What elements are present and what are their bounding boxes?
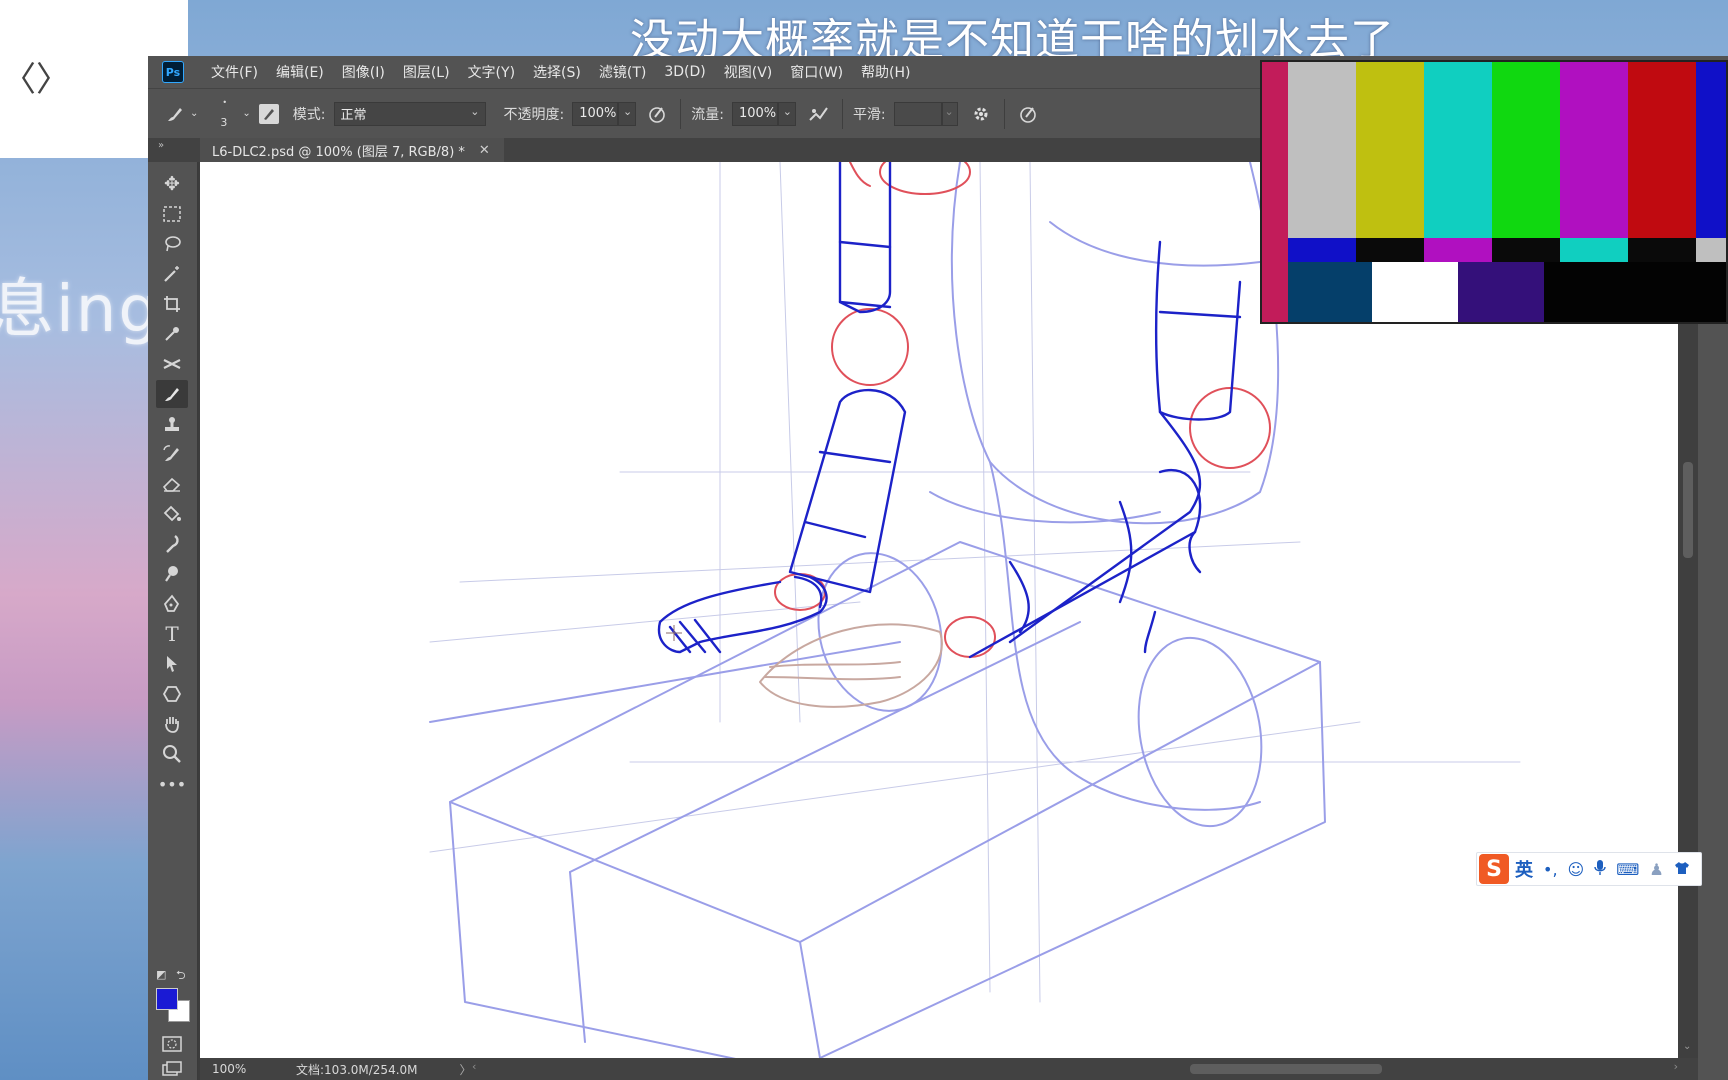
marquee-icon[interactable] (156, 200, 188, 228)
healing-icon[interactable] (156, 350, 188, 378)
hand-icon[interactable] (156, 710, 188, 738)
photoshop-logo-icon: Ps (162, 61, 184, 83)
menu-view[interactable]: 视图(V) (715, 62, 782, 82)
smoothing-dropdown[interactable]: ⌄ (941, 101, 958, 126)
video-edge (1262, 62, 1288, 322)
mode-dropdown-icon: ⌄ (470, 104, 480, 118)
menu-window[interactable]: 窗口(W) (781, 62, 852, 82)
flow-dropdown[interactable]: ⌄ (777, 101, 796, 126)
opacity-dropdown[interactable]: ⌄ (618, 101, 637, 126)
microphone-icon[interactable] (1594, 859, 1606, 879)
smoothing-label: 平滑: (852, 106, 886, 123)
ime-language-toggle[interactable]: 英 (1515, 856, 1533, 882)
menu-type[interactable]: 文字(Y) (459, 62, 524, 82)
document-tab-title: L6-DLC2.psd @ 100% (图层 7, RGB/8) * (212, 144, 465, 160)
status-menu-arrow-icon[interactable]: 〉 (460, 1061, 472, 1078)
opacity-label: 不透明度: (503, 106, 565, 123)
options-separator (841, 98, 843, 129)
status-bar: 100% 文档:103.0M/254.0M 〉 ‹ › (200, 1058, 1698, 1080)
brush-settings-toggle-icon[interactable] (258, 103, 279, 124)
brush-preset-icon[interactable] (162, 101, 188, 127)
pen-icon[interactable] (156, 590, 188, 618)
mode-select[interactable]: 正常 ⌄ (333, 101, 486, 126)
test-pattern (1288, 62, 1726, 322)
crop-icon[interactable] (156, 290, 188, 318)
menu-file[interactable]: 文件(F) (202, 62, 267, 82)
menu-edit[interactable]: 编辑(E) (267, 62, 333, 82)
color-bars-overlay (1260, 60, 1728, 324)
menu-image[interactable]: 图像(I) (333, 62, 394, 82)
zoom-icon[interactable] (156, 740, 188, 768)
eyedropper-icon[interactable] (156, 320, 188, 348)
magic-wand-icon[interactable] (156, 260, 188, 288)
swap-colors-icon[interactable]: ⮌ (176, 966, 186, 987)
options-separator (680, 98, 682, 129)
skin-shirt-icon[interactable] (1674, 860, 1690, 879)
scroll-right-icon[interactable]: › (1674, 1060, 1678, 1073)
brush-icon[interactable] (156, 380, 188, 408)
default-colors-icon[interactable]: ◩ (156, 968, 166, 981)
menu-layer[interactable]: 图层(L) (394, 62, 459, 82)
emoji-icon[interactable]: ☺ (1568, 860, 1585, 879)
side-glyph: 〈〉 (2, 60, 70, 100)
options-separator (1003, 98, 1005, 129)
more-icon[interactable]: ••• (156, 770, 188, 798)
pressure-opacity-icon[interactable] (644, 101, 670, 127)
user-icon[interactable]: ♟ (1649, 860, 1663, 879)
move-icon[interactable]: ✥ (156, 170, 188, 198)
shape-icon[interactable] (156, 680, 188, 708)
brush-size-preview[interactable]: • 3 (212, 94, 242, 134)
sogou-logo-icon[interactable]: S (1479, 854, 1509, 884)
panel-collapse-icon[interactable]: » (158, 140, 164, 151)
menu-select[interactable]: 选择(S) (524, 62, 590, 82)
flow-field[interactable]: 100% (731, 101, 778, 126)
brush-dot-icon: • (222, 97, 228, 107)
brush-size-dropdown-icon[interactable]: ⌄ (242, 108, 250, 119)
ime-toolbar: S 英 •, ☺ ⌨ ♟ (1476, 852, 1702, 886)
document-size-info: 文档:103.0M/254.0M (296, 1062, 418, 1077)
brush-size-value: 3 (220, 115, 228, 129)
flow-dropdown-icon: ⌄ (782, 104, 792, 118)
menu-3d[interactable]: 3D(D) (655, 64, 714, 80)
scroll-left-icon[interactable]: ‹ (472, 1060, 476, 1073)
dodge-icon[interactable] (156, 560, 188, 588)
menu-help[interactable]: 帮助(H) (852, 62, 919, 82)
opacity-field[interactable]: 100% (572, 101, 619, 126)
mode-label: 模式: (292, 106, 326, 123)
stamp-icon[interactable] (156, 410, 188, 438)
document-tab[interactable]: L6-DLC2.psd @ 100% (图层 7, RGB/8) * ✕ (200, 138, 504, 162)
scroll-down-icon[interactable]: ⌄ (1683, 1041, 1691, 1052)
quick-mask-icon[interactable] (156, 1030, 188, 1058)
flow-label: 流量: (691, 106, 724, 123)
history-brush-icon[interactable] (156, 440, 188, 468)
opacity-dropdown-icon: ⌄ (623, 104, 633, 118)
horizontal-scroll-thumb[interactable] (1190, 1064, 1382, 1074)
mode-select-value: 正常 (340, 108, 367, 123)
foreground-color-swatch[interactable] (156, 988, 178, 1010)
opacity-value: 100% (579, 106, 617, 121)
flow-value: 100% (738, 106, 777, 121)
smoothing-settings-gear-icon[interactable] (968, 101, 994, 127)
tools-panel: ✥ T ••• ◩ ⮌ (148, 162, 198, 1080)
screen-mode-icon[interactable] (156, 1058, 188, 1080)
lasso-icon[interactable] (156, 230, 188, 258)
menu-filter[interactable]: 滤镜(T) (590, 62, 655, 82)
keyboard-icon[interactable]: ⌨ (1616, 860, 1639, 879)
smoothing-field[interactable] (893, 101, 942, 126)
airbrush-icon[interactable] (806, 101, 832, 127)
smoothing-dropdown-icon: ⌄ (944, 104, 954, 118)
type-icon[interactable]: T (156, 620, 188, 648)
vertical-scroll-thumb[interactable] (1683, 462, 1693, 558)
close-tab-icon[interactable]: ✕ (479, 143, 490, 158)
pressure-size-icon[interactable] (1015, 101, 1041, 127)
zoom-level[interactable]: 100% (200, 1062, 270, 1076)
path-select-icon[interactable] (156, 650, 188, 678)
eraser-icon[interactable] (156, 470, 188, 498)
punctuation-icon[interactable]: •, (1543, 860, 1558, 879)
horizontal-scrollbar[interactable]: ‹ › (472, 1060, 1678, 1076)
paint-bucket-icon[interactable] (156, 500, 188, 528)
brush-preset-dropdown-icon[interactable]: ⌄ (190, 108, 198, 119)
smudge-icon[interactable] (156, 530, 188, 558)
